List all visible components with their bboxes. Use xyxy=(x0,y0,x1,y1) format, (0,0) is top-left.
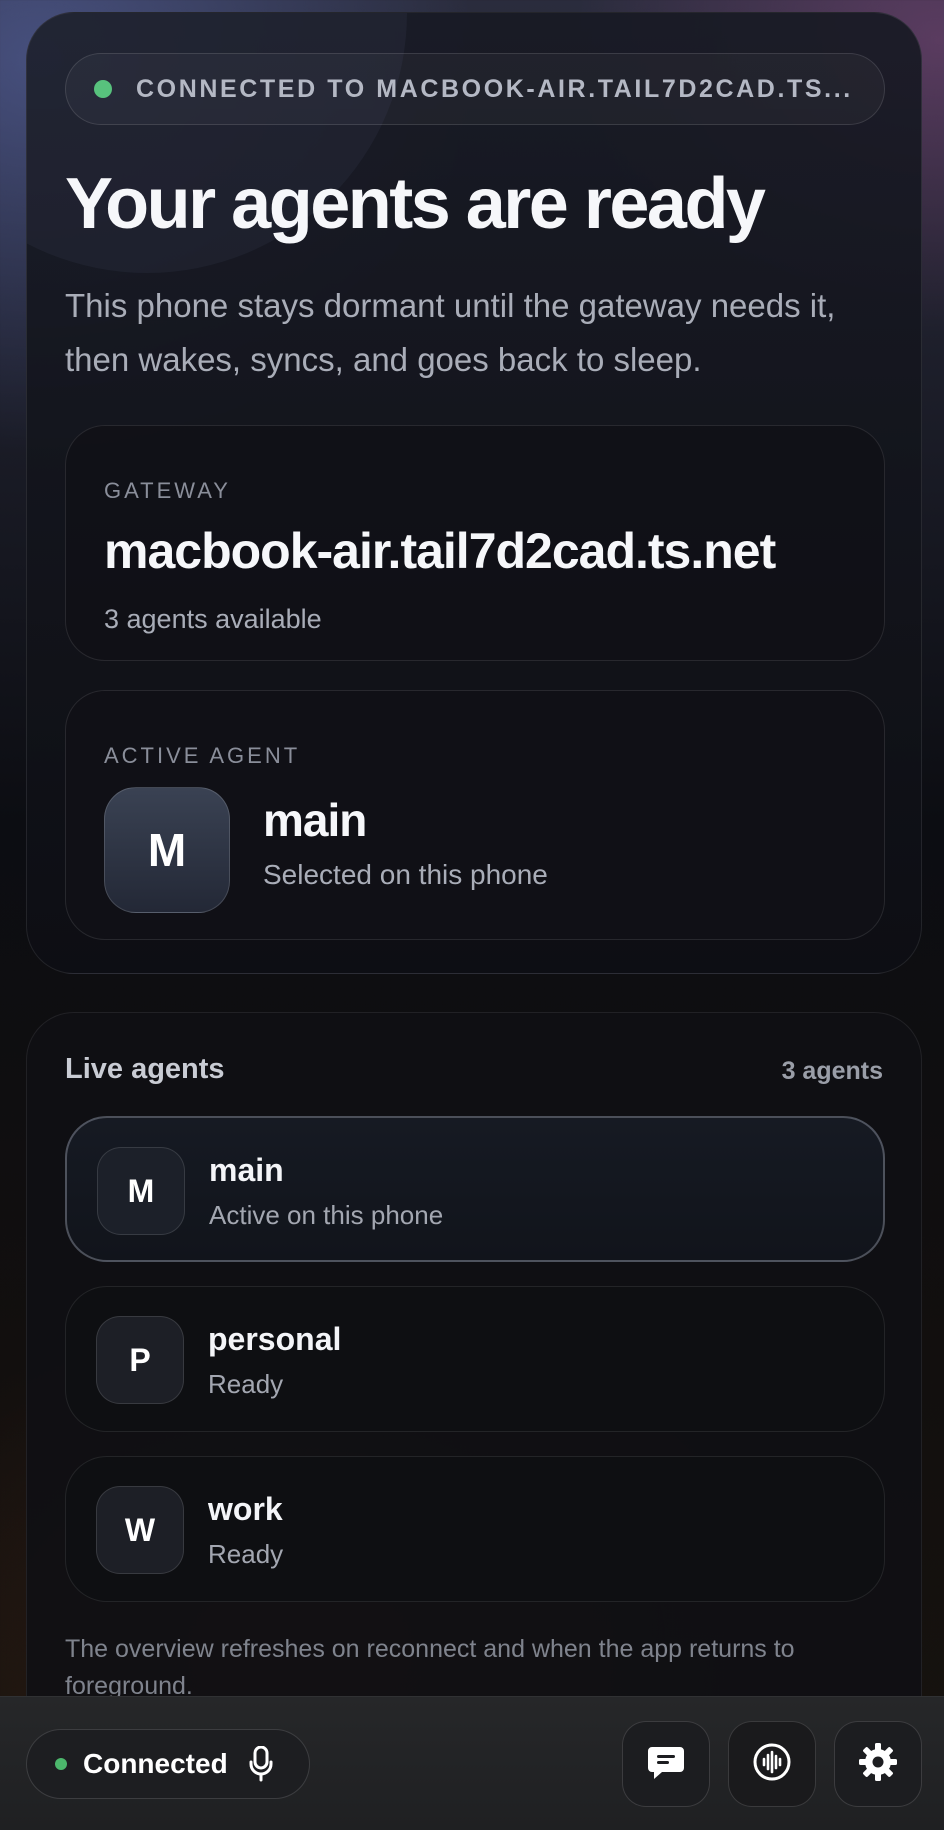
bottom-toolbar: Connected xyxy=(0,1696,944,1830)
live-agents-title: Live agents xyxy=(65,1053,225,1085)
voice-waveform-icon xyxy=(752,1742,792,1787)
agent-name: work xyxy=(208,1491,283,1527)
agent-status: Active on this phone xyxy=(209,1200,444,1230)
connected-indicator-dot xyxy=(55,1758,67,1770)
connection-status-label: Connected xyxy=(83,1748,228,1779)
agent-avatar: M xyxy=(97,1147,185,1235)
active-agent-status: Selected on this phone xyxy=(263,859,548,890)
chat-button[interactable] xyxy=(622,1721,710,1807)
live-agents-count: 3 agents xyxy=(781,1057,883,1085)
agent-name: main xyxy=(209,1152,284,1188)
agent-row-work[interactable]: W work Ready xyxy=(65,1456,885,1602)
gateway-agent-count: 3 agents available xyxy=(104,604,322,634)
gear-icon xyxy=(857,1741,899,1788)
page-title: Your agents are ready xyxy=(65,164,766,244)
active-agent-avatar: M xyxy=(104,787,230,913)
chat-icon xyxy=(646,1742,686,1787)
gateway-card: GATEWAY macbook-air.tail7d2cad.ts.net 3 … xyxy=(65,425,885,661)
settings-button[interactable] xyxy=(834,1721,922,1807)
active-agent-name: main xyxy=(263,794,367,846)
agent-status: Ready xyxy=(208,1539,284,1569)
microphone-icon[interactable] xyxy=(248,1745,274,1783)
active-agent-label: ACTIVE AGENT xyxy=(104,743,301,768)
agent-name: personal xyxy=(208,1321,342,1357)
gateway-host: macbook-air.tail7d2cad.ts.net xyxy=(104,523,776,579)
agent-status: Ready xyxy=(208,1369,284,1399)
agent-row-personal[interactable]: P personal Ready xyxy=(65,1286,885,1432)
agent-avatar: P xyxy=(96,1316,184,1404)
agent-avatar: W xyxy=(96,1486,184,1574)
connected-indicator-dot xyxy=(94,80,112,98)
gateway-label: GATEWAY xyxy=(104,478,231,503)
connection-status-text: CONNECTED TO MACBOOK-AIR.TAIL7D2CAD.TS..… xyxy=(136,74,853,103)
refresh-footnote: The overview refreshes on reconnect and … xyxy=(65,1635,795,1700)
voice-mode-button[interactable] xyxy=(728,1721,816,1807)
active-agent-card: ACTIVE AGENT M main Selected on this pho… xyxy=(65,690,885,940)
connection-status-pill: CONNECTED TO MACBOOK-AIR.TAIL7D2CAD.TS..… xyxy=(65,53,885,125)
connection-status-button[interactable]: Connected xyxy=(26,1729,310,1799)
page-subtitle: This phone stays dormant until the gatew… xyxy=(65,287,836,378)
overview-card: CONNECTED TO MACBOOK-AIR.TAIL7D2CAD.TS..… xyxy=(26,12,922,974)
agent-row-main[interactable]: M main Active on this phone xyxy=(65,1116,885,1262)
